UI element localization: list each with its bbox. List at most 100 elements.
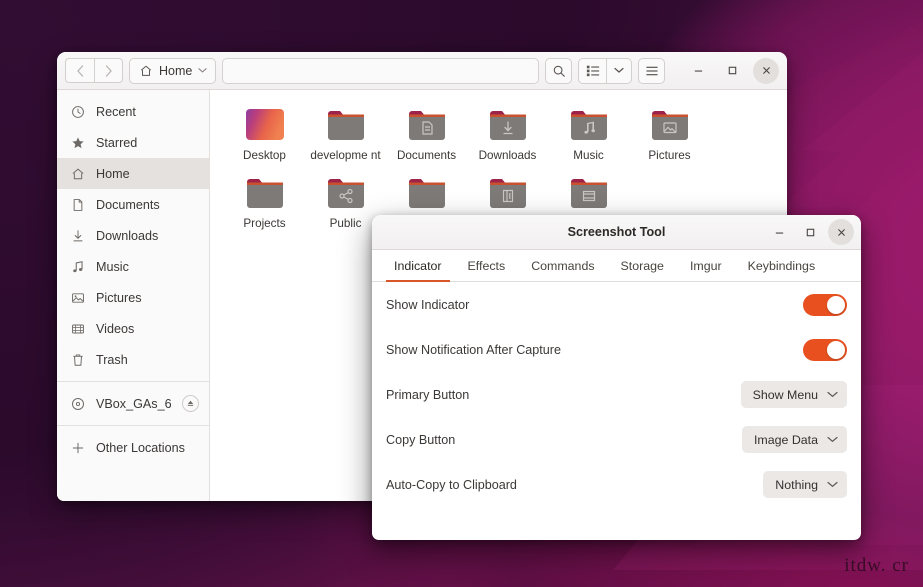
folder-icon xyxy=(327,111,364,140)
tab-storage[interactable]: Storage xyxy=(608,250,677,281)
sidebar-item-label: Videos xyxy=(96,321,135,336)
tab-label: Imgur xyxy=(689,258,722,273)
tab-label: Keybindings xyxy=(747,258,816,273)
list-view-icon xyxy=(586,65,599,77)
sidebar-item-home[interactable]: Home xyxy=(57,158,209,189)
file-manager-header: Home xyxy=(57,52,787,90)
sidebar-item-label: Other Locations xyxy=(96,440,185,455)
dialog-maximize-button[interactable] xyxy=(797,219,823,245)
dialog-minimize-button[interactable] xyxy=(766,219,792,245)
view-options-button[interactable] xyxy=(606,57,632,84)
primary-button-dropdown[interactable]: Show Menu xyxy=(740,381,847,408)
hamburger-menu-icon xyxy=(645,66,658,75)
file-label: Public xyxy=(329,217,362,230)
tab-effects[interactable]: Effects xyxy=(455,250,519,281)
chevron-down-icon xyxy=(827,436,838,443)
address-input[interactable] xyxy=(222,57,539,84)
sidebar-item-trash[interactable]: Trash xyxy=(57,344,209,375)
setting-row-copy-button: Copy Button Image Data xyxy=(386,417,847,462)
view-controls xyxy=(578,57,632,84)
settings-list: Show Indicator Show Notification After C… xyxy=(372,282,861,540)
close-icon xyxy=(762,67,770,74)
eject-icon[interactable] xyxy=(182,395,199,412)
fm-maximize-button[interactable] xyxy=(719,58,745,84)
show-notification-toggle[interactable] xyxy=(803,338,847,361)
sidebar-item-starred[interactable]: Starred xyxy=(57,127,209,158)
main-menu-button[interactable] xyxy=(638,57,665,84)
sidebar-item-device[interactable]: VBox_GAs_6.... xyxy=(57,388,209,419)
file-item-development[interactable]: developme nt xyxy=(305,102,386,162)
file-item-documents[interactable]: Documents xyxy=(386,102,467,162)
close-icon xyxy=(837,228,845,236)
chevron-right-icon xyxy=(105,64,112,77)
sidebar-item-other-locations[interactable]: Other Locations xyxy=(57,432,209,463)
music-note-icon xyxy=(70,259,85,274)
tab-label: Indicator xyxy=(394,258,442,273)
tab-imgur[interactable]: Imgur xyxy=(677,250,735,281)
fm-close-button[interactable] xyxy=(753,57,779,84)
tab-label: Commands xyxy=(531,258,595,273)
file-item-downloads[interactable]: Downloads xyxy=(467,102,548,162)
file-label: Pictures xyxy=(648,149,691,162)
sidebar-item-videos[interactable]: Videos xyxy=(57,313,209,344)
sidebar: Recent Starred Home Documents Downloads … xyxy=(57,90,210,501)
minimize-icon xyxy=(775,232,783,234)
dialog-tabs: Indicator Effects Commands Storage Imgur… xyxy=(372,250,861,282)
file-item-pictures[interactable]: Pictures xyxy=(629,102,710,162)
minimize-icon xyxy=(694,70,702,72)
screenshot-tool-dialog: Screenshot Tool Indicator Effects Comman… xyxy=(372,215,861,540)
setting-row-primary-button: Primary Button Show Menu xyxy=(386,372,847,417)
sidebar-divider xyxy=(57,381,209,382)
sidebar-item-documents[interactable]: Documents xyxy=(57,189,209,220)
fm-minimize-button[interactable] xyxy=(685,58,711,84)
search-button[interactable] xyxy=(545,57,572,84)
setting-row-show-indicator: Show Indicator xyxy=(386,282,847,327)
setting-label: Copy Button xyxy=(386,432,456,447)
list-view-button[interactable] xyxy=(578,57,606,84)
dialog-close-button[interactable] xyxy=(828,219,854,245)
folder-pictures-icon xyxy=(651,111,688,140)
tab-commands[interactable]: Commands xyxy=(518,250,607,281)
watermark: itdw. cr xyxy=(844,555,909,576)
sidebar-item-downloads[interactable]: Downloads xyxy=(57,220,209,251)
copy-button-dropdown[interactable]: Image Data xyxy=(741,426,847,453)
sidebar-item-label: Home xyxy=(96,166,130,181)
dropdown-value: Nothing xyxy=(775,477,818,492)
file-label: Downloads xyxy=(478,149,537,162)
back-button[interactable] xyxy=(65,58,94,83)
setting-row-auto-copy: Auto-Copy to Clipboard Nothing xyxy=(386,462,847,507)
sidebar-item-pictures[interactable]: Pictures xyxy=(57,282,209,313)
sidebar-item-label: Documents xyxy=(96,197,160,212)
tab-keybindings[interactable]: Keybindings xyxy=(735,250,829,281)
forward-button[interactable] xyxy=(94,58,123,83)
dropdown-value: Image Data xyxy=(753,432,818,447)
file-item-desktop[interactable]: Desktop xyxy=(224,102,305,162)
sidebar-device-label: VBox_GAs_6.... xyxy=(96,396,171,411)
file-label: Music xyxy=(573,149,604,162)
navigation-buttons xyxy=(65,58,123,83)
tab-label: Effects xyxy=(467,258,506,273)
tab-indicator[interactable]: Indicator xyxy=(381,250,455,282)
document-icon xyxy=(70,197,85,212)
sidebar-item-label: Starred xyxy=(96,135,138,150)
path-button-home[interactable]: Home xyxy=(129,57,217,84)
file-item-music[interactable]: Music xyxy=(548,102,629,162)
auto-copy-dropdown[interactable]: Nothing xyxy=(763,471,847,498)
star-icon xyxy=(70,135,85,150)
sidebar-item-label: Downloads xyxy=(96,228,159,243)
clock-icon xyxy=(70,104,85,119)
desktop-gradient-icon xyxy=(245,109,284,140)
folder-videos-icon xyxy=(570,179,607,208)
show-indicator-toggle[interactable] xyxy=(803,293,847,316)
file-label: Projects xyxy=(243,217,286,230)
folder-downloads-icon xyxy=(489,111,526,140)
sidebar-item-label: Recent xyxy=(96,104,136,119)
sidebar-item-recent[interactable]: Recent xyxy=(57,96,209,127)
dialog-window-controls xyxy=(764,219,854,245)
file-item-projects[interactable]: Projects xyxy=(224,170,305,230)
chevron-down-icon xyxy=(198,68,207,73)
maximize-icon xyxy=(728,66,736,75)
sidebar-item-music[interactable]: Music xyxy=(57,251,209,282)
file-label: Documents xyxy=(396,149,457,162)
sidebar-item-label: Trash xyxy=(96,352,128,367)
